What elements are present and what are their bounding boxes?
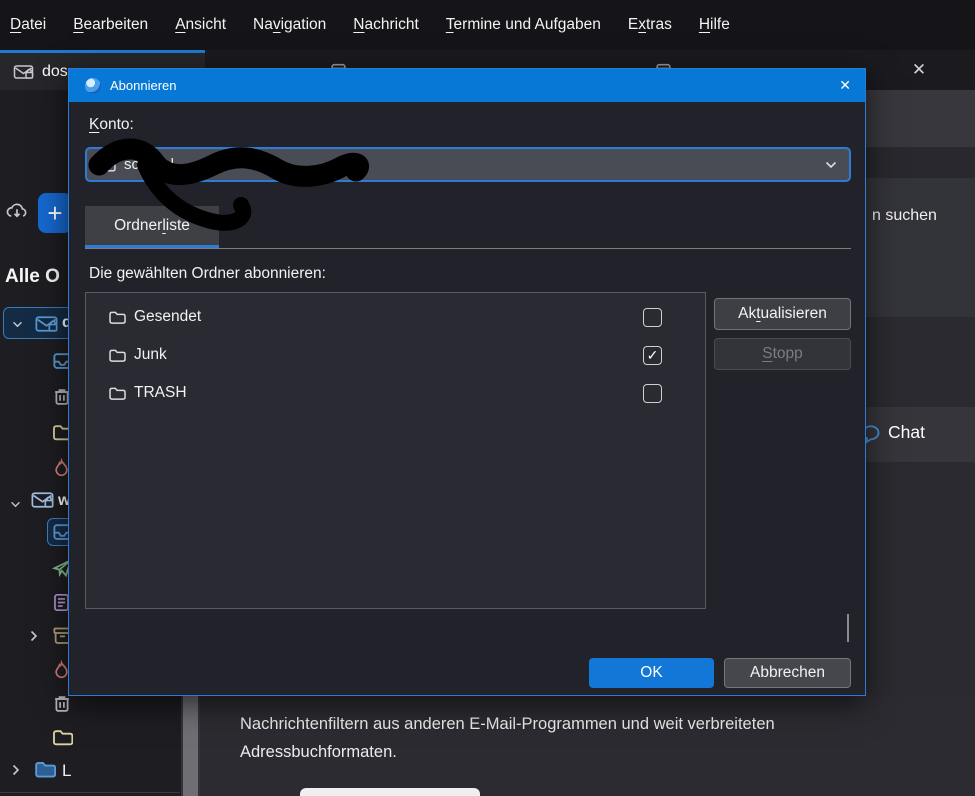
mail-lock-icon xyxy=(35,315,58,333)
tab-ordnerliste-label: Ordnerliste xyxy=(114,216,190,234)
konto-label: Konto: xyxy=(89,116,134,133)
add-account-button[interactable]: + xyxy=(38,193,72,233)
folder-icon xyxy=(108,310,126,325)
folder-name: Gesendet xyxy=(134,308,202,325)
cancel-button[interactable]: Abbrechen xyxy=(724,658,851,688)
subscribe-checkbox[interactable] xyxy=(643,346,662,365)
folder-list: Gesendet Junk TRASH xyxy=(85,292,706,609)
menu-item-nachricht[interactable]: Nachricht xyxy=(353,16,418,34)
folder-name: Junk xyxy=(134,346,167,363)
thunderbird-window: Datei Bearbeiten Ansicht Navigation Nach… xyxy=(0,0,975,796)
local-folders-icon[interactable] xyxy=(34,760,56,779)
refresh-button-label: Aktualisieren xyxy=(738,305,827,322)
panel-band xyxy=(866,147,975,178)
mail-lock-icon xyxy=(31,491,54,509)
tab-divider xyxy=(85,248,851,249)
refresh-button[interactable]: Aktualisieren xyxy=(714,298,851,330)
account-select-value: sch wol xyxy=(124,156,175,173)
search-messages-label[interactable]: n suchen xyxy=(872,207,937,225)
menu-item-ansicht[interactable]: Ansicht xyxy=(175,16,226,34)
chevron-down-icon xyxy=(825,161,837,169)
subscribe-checkbox[interactable] xyxy=(643,308,662,327)
panel-band xyxy=(866,462,975,696)
divider xyxy=(0,792,180,793)
folder-row[interactable]: Junk xyxy=(86,336,705,374)
folder-icon xyxy=(108,348,126,363)
all-folders-header: Alle O xyxy=(5,266,60,287)
folder-icon[interactable] xyxy=(52,728,73,747)
chevron-down-icon[interactable] xyxy=(10,501,21,508)
resize-grip[interactable] xyxy=(847,614,849,642)
folder-row[interactable]: TRASH xyxy=(86,374,705,412)
tab-label: dos xyxy=(42,62,68,80)
import-description-text: Nachrichtenfiltern aus anderen E-Mail-Pr… xyxy=(240,715,775,761)
chevron-right-icon[interactable] xyxy=(30,630,38,642)
trash-icon[interactable] xyxy=(52,694,72,714)
panel-band xyxy=(866,317,975,407)
mail-lock-icon xyxy=(13,64,34,80)
menu-item-extras[interactable]: Extras xyxy=(628,16,672,34)
folder-name: TRASH xyxy=(134,384,187,401)
chevron-down-icon[interactable] xyxy=(12,321,23,328)
scrollbar-thumb[interactable] xyxy=(183,696,198,796)
dialog-title: Abonnieren xyxy=(110,78,177,93)
menu-item-hilfe[interactable]: Hilfe xyxy=(699,16,730,34)
folder-row[interactable]: Gesendet xyxy=(86,298,705,336)
stop-button-label: Stopp xyxy=(762,345,803,362)
envelope-icon xyxy=(97,157,116,172)
folder-list-label: Die gewählten Ordner abonnieren: xyxy=(89,265,326,282)
local-folders-label[interactable]: L xyxy=(62,761,71,781)
partial-button[interactable] xyxy=(300,788,480,796)
thunderbird-icon xyxy=(85,77,101,94)
subscribe-dialog: Abonnieren ✕ Konto: sch wol Ordnerliste … xyxy=(68,68,866,696)
menu-item-datei[interactable]: Datei xyxy=(10,16,46,34)
account-select[interactable]: sch wol xyxy=(85,147,851,182)
stop-button: Stopp xyxy=(714,338,851,370)
menu-item-termine-und-aufgaben[interactable]: Termine und Aufgaben xyxy=(446,16,601,34)
chevron-right-icon[interactable] xyxy=(12,764,20,776)
main-content-area: Nachrichtenfiltern aus anderen E-Mail-Pr… xyxy=(200,696,975,796)
close-tab-icon[interactable]: ✕ xyxy=(908,59,930,81)
panel-band xyxy=(866,90,975,147)
panel-band xyxy=(866,178,975,317)
menu-item-navigation[interactable]: Navigation xyxy=(253,16,326,34)
tab-ordnerliste[interactable]: Ordnerliste xyxy=(85,206,219,248)
menu-bar: Datei Bearbeiten Ansicht Navigation Nach… xyxy=(0,0,975,50)
account-central-panel: n suchen Chat xyxy=(862,90,975,696)
dialog-close-icon[interactable]: ✕ xyxy=(839,77,851,94)
sidebar-account-1-selected[interactable]: d xyxy=(3,307,77,339)
menu-item-bearbeiten[interactable]: Bearbeiten xyxy=(73,16,148,34)
ok-button[interactable]: OK xyxy=(589,658,714,688)
cloud-download-icon[interactable] xyxy=(5,200,29,221)
chat-button[interactable]: Chat xyxy=(888,422,925,443)
folder-icon xyxy=(108,386,126,401)
subscribe-checkbox[interactable] xyxy=(643,384,662,403)
dialog-titlebar[interactable]: Abonnieren ✕ xyxy=(69,69,865,102)
